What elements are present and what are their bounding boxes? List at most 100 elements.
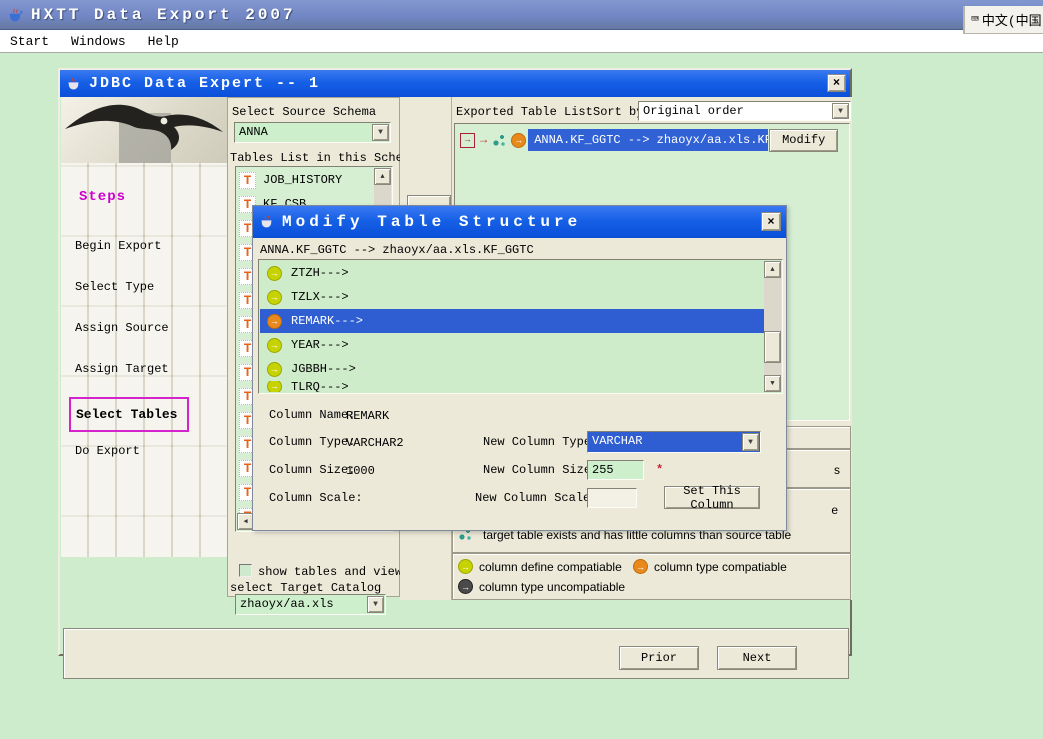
column-form: Column Name: REMARK Column Type: VARCHAR…	[253, 399, 788, 532]
scroll-up-icon[interactable]: ▲	[764, 261, 781, 278]
exported-row[interactable]: → → → ANNA.KF_GGTC --> zhaoyx/aa.xls.KF_…	[458, 128, 846, 152]
tables-list-label: Tables List in this Schema	[230, 151, 417, 165]
new-column-scale-input[interactable]	[587, 488, 637, 508]
show-tables-checkbox[interactable]	[239, 564, 252, 577]
new-column-type-label: New Column Type:	[483, 435, 598, 449]
column-row-label: TLRQ--->	[291, 381, 349, 392]
exported-list-title: Exported Table List	[456, 105, 593, 119]
column-row[interactable]: → JGBBH--->	[260, 357, 764, 381]
navigation-panel: Prior Next	[63, 628, 849, 679]
column-row[interactable]: → ZTZH--->	[260, 261, 764, 285]
new-column-size-input[interactable]	[587, 460, 644, 480]
columns-mismatch-icon	[492, 133, 507, 148]
window-title: JDBC Data Expert -- 1	[89, 75, 320, 92]
column-row-label: TZLX--->	[291, 290, 349, 304]
define-compatible-icon: →	[458, 559, 473, 574]
columns-scrollbar[interactable]: ▲ ▼	[764, 261, 781, 392]
new-column-size-label: New Column Size:	[483, 463, 598, 477]
scroll-up-icon[interactable]: ▲	[374, 168, 391, 185]
column-size-label: Column Size:	[269, 463, 355, 477]
table-icon: T	[239, 172, 256, 189]
new-column-type-value: VARCHAR	[592, 434, 740, 448]
menu-help[interactable]: Help	[148, 34, 179, 49]
prior-button[interactable]: Prior	[619, 646, 699, 670]
column-row[interactable]: →REMARK--->	[260, 309, 764, 333]
scroll-down-icon[interactable]: ▼	[764, 375, 781, 392]
define-compatible-icon: →	[267, 381, 282, 392]
chevron-down-icon[interactable]: ▼	[742, 433, 759, 451]
target-catalog-combobox[interactable]: zhaoyx/aa.xls ▼	[235, 594, 386, 615]
scrollbar-thumb[interactable]	[764, 331, 781, 363]
app-titlebar: HXTT Data Export 2007	[0, 0, 1043, 30]
define-compatible-icon: →	[267, 290, 282, 305]
window-titlebar[interactable]: JDBC Data Expert -- 1	[60, 70, 850, 97]
column-row-label: REMARK--->	[291, 314, 363, 328]
define-compatible-icon: →	[267, 266, 282, 281]
modify-table-structure-dialog: Modify Table Structure × ANNA.KF_GGTC --…	[252, 205, 787, 531]
language-label: 中文(中国	[982, 10, 1042, 29]
column-row[interactable]: →YEAR--->	[260, 333, 764, 357]
column-name-value: REMARK	[346, 409, 389, 423]
source-schema-combobox[interactable]: ANNA ▼	[234, 122, 391, 143]
dialog-title: Modify Table Structure	[282, 213, 581, 231]
menu-windows[interactable]: Windows	[71, 34, 126, 49]
export-target-icon: →	[460, 133, 475, 148]
step-do-export[interactable]: Do Export	[61, 432, 227, 473]
type-compatible-icon: →	[511, 133, 526, 148]
show-tables-label: show tables and views	[258, 565, 409, 579]
screen: HXTT Data Export 2007 ⌨ 中文(中国 Start Windo…	[0, 0, 1043, 739]
chevron-down-icon[interactable]: ▼	[367, 596, 384, 613]
sort-value: Original order	[643, 104, 830, 118]
step-assign-source[interactable]: Assign Source	[61, 309, 227, 350]
column-row-label: YEAR--->	[291, 338, 349, 352]
columns-list[interactable]: →ZTZH--->→TZLX--->→REMARK--->→YEAR--->→J…	[258, 259, 783, 394]
exported-row-text: ANNA.KF_GGTC --> zhaoyx/aa.xls.KF_GGTC	[528, 129, 768, 151]
column-row[interactable]: → TZLX--->	[260, 285, 764, 309]
step-assign-target[interactable]: Assign Target	[61, 350, 227, 391]
new-column-type-combobox[interactable]: VARCHAR ▼	[587, 431, 761, 453]
step-begin-export[interactable]: Begin Export	[61, 227, 227, 268]
source-schema-label: Select Source Schema	[232, 105, 376, 119]
dialog-close-button[interactable]: ×	[761, 212, 781, 231]
column-row-label: JGBBH--->	[291, 362, 356, 376]
app-title: HXTT Data Export 2007	[31, 6, 296, 24]
menu-bar: Start Windows Help	[0, 30, 1043, 53]
column-name-label: Column Name:	[269, 408, 355, 422]
java-window-icon	[66, 76, 82, 92]
chevron-down-icon[interactable]: ▼	[832, 103, 849, 119]
steps-sidebar: Steps Begin ExportSelect TypeAssign Sour…	[61, 97, 227, 557]
dialog-mapping-label: ANNA.KF_GGTC --> zhaoyx/aa.xls.KF_GGTC	[260, 243, 534, 257]
sort-combobox[interactable]: Original order ▼	[638, 101, 851, 121]
step-select-tables[interactable]: Select Tables	[69, 397, 189, 432]
step-select-type[interactable]: Select Type	[61, 268, 227, 309]
language-bar[interactable]: ⌨ 中文(中国	[963, 6, 1043, 34]
legend-type-compatible: column type compatiable	[654, 560, 787, 574]
java-dialog-icon	[259, 214, 275, 230]
legend-fragment-s: s	[834, 463, 840, 477]
keyboard-icon: ⌨	[971, 12, 979, 27]
target-catalog-label: select Target Catalog	[230, 581, 381, 595]
column-size-value: 1000	[346, 464, 375, 478]
chevron-down-icon[interactable]: ▼	[372, 124, 389, 141]
set-this-column-button[interactable]: Set This Column	[664, 486, 760, 509]
steps-heading: Steps	[79, 189, 126, 205]
menu-start[interactable]: Start	[10, 34, 49, 49]
column-row[interactable]: → TLRQ--->	[260, 381, 764, 392]
next-button[interactable]: Next	[717, 646, 797, 670]
legend-box-4: → column define compatiable → column typ…	[452, 553, 851, 600]
type-uncompatible-icon: →	[458, 579, 473, 594]
dialog-titlebar[interactable]: Modify Table Structure	[253, 206, 786, 238]
define-compatible-icon: →	[267, 362, 282, 377]
java-logo-icon	[7, 7, 23, 23]
table-name: JOB_HISTORY	[263, 173, 342, 187]
steps-list: Begin ExportSelect TypeAssign SourceAssi…	[61, 227, 227, 473]
modify-button[interactable]: Modify	[769, 129, 838, 152]
sort-by-label: Sort by	[593, 105, 643, 119]
arrow-right-icon: →	[480, 133, 487, 147]
window-close-button[interactable]: ×	[827, 74, 846, 92]
legend-type-uncompatible: column type uncompatiable	[479, 580, 625, 594]
table-row[interactable]: T JOB_HISTORY	[237, 168, 374, 192]
type-compatible-icon: →	[633, 559, 648, 574]
column-scale-label: Column Scale:	[269, 491, 363, 505]
column-row-label: ZTZH--->	[291, 266, 349, 280]
